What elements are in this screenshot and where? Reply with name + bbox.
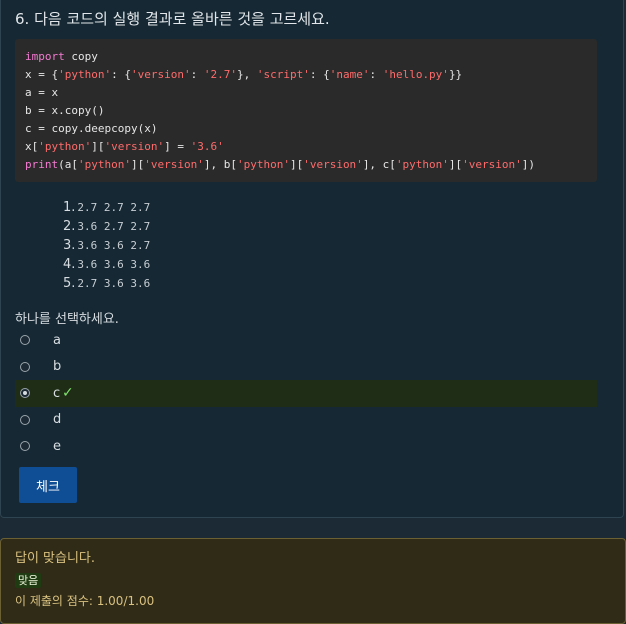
- answer-option: 1. 2.7 2.7 2.7: [63, 196, 150, 215]
- option-value: 3.6 3.6 3.6: [77, 258, 151, 271]
- code-token: copy: [64, 50, 98, 63]
- radio-button[interactable]: [20, 414, 30, 425]
- code-line: b = x.copy(): [25, 102, 587, 120]
- code-token: 'version': [144, 158, 204, 171]
- code-token: b = x.copy(): [25, 104, 105, 117]
- question-title: 6. 다음 코드의 실행 결과로 올바른 것을 고르세요.: [15, 10, 330, 28]
- option-number: 3.: [63, 238, 76, 253]
- code-token: c = copy.deepcopy(x): [25, 122, 158, 135]
- choice-label: c: [53, 385, 61, 401]
- code-token: ], b[: [203, 158, 237, 171]
- choice-e[interactable]: e: [15, 433, 597, 460]
- code-token: 'version': [303, 158, 363, 171]
- code-line: x['python']['version'] = '3.6': [25, 138, 587, 156]
- code-token: 'script': [256, 68, 310, 81]
- code-token: x = {: [25, 68, 59, 81]
- radio-button[interactable]: [20, 441, 30, 452]
- score-text: 이 제출의 점수: 1.00/1.00: [15, 594, 155, 608]
- code-token: ][: [91, 140, 105, 153]
- code-token: ]): [521, 158, 536, 171]
- option-number: 5.: [63, 276, 76, 291]
- code-token: ][: [448, 158, 463, 171]
- code-token: ] =: [164, 140, 191, 153]
- code-token: : {: [111, 68, 131, 81]
- option-number: 4.: [63, 257, 76, 272]
- answer-option: 3. 3.6 3.6 2.7: [63, 234, 150, 253]
- code-token: 'version': [130, 68, 191, 81]
- code-token: : {: [309, 68, 330, 81]
- code-token: 'python': [78, 158, 131, 171]
- answer-options-list: 1. 2.7 2.7 2.7 2. 3.6 2.7 2.7 3. 3.6 3.6 2.7 4…: [63, 196, 150, 291]
- choice-label: d: [53, 412, 62, 428]
- code-token: }}: [448, 68, 463, 81]
- code-token: 'version': [462, 158, 522, 171]
- choice-label: a: [53, 332, 61, 348]
- answer-option: 2. 3.6 2.7 2.7: [63, 215, 150, 234]
- code-block: import copy x = {'python': {'version': '2…: [15, 39, 597, 182]
- question-card: 6. 다음 코드의 실행 결과로 올바른 것을 고르세요. import cop…: [0, 0, 624, 518]
- feedback-message: 답이 맞습니다.: [15, 551, 96, 566]
- feedback-panel: 답이 맞습니다. 맞음 이 제출의 점수: 1.00/1.00: [0, 538, 626, 624]
- code-token: 'hello.py': [382, 68, 449, 81]
- code-token: ][: [130, 158, 145, 171]
- check-mark-icon: ✓: [62, 385, 74, 402]
- choice-b[interactable]: b: [15, 354, 597, 381]
- radio-button[interactable]: [20, 335, 30, 346]
- code-token: (a[: [58, 158, 78, 171]
- code-line: c = copy.deepcopy(x): [25, 120, 587, 138]
- choice-prompt: 하나를 선택하세요.: [15, 312, 119, 327]
- code-token: :: [369, 68, 383, 81]
- code-token: 'python': [395, 158, 449, 171]
- code-token: ][: [289, 158, 304, 171]
- code-line: import copy: [25, 48, 587, 66]
- code-token: 'version': [104, 140, 165, 153]
- code-token: '3.6': [190, 140, 224, 153]
- radio-button[interactable]: [20, 361, 30, 372]
- answer-option: 4. 3.6 3.6 3.6: [63, 253, 150, 272]
- option-value: 3.6 2.7 2.7: [77, 220, 151, 233]
- answer-option: 5. 2.7 3.6 3.6: [63, 272, 150, 291]
- code-token: x[: [25, 140, 39, 153]
- option-number: 1.: [63, 200, 76, 215]
- option-value: 2.7 3.6 3.6: [77, 277, 151, 290]
- choice-label: e: [53, 438, 61, 454]
- code-token: a = x: [25, 86, 59, 99]
- code-token: ], c[: [362, 158, 396, 171]
- option-value: 3.6 3.6 2.7: [77, 239, 151, 252]
- code-token: '2.7': [203, 68, 237, 81]
- code-token: 'python': [58, 68, 112, 81]
- code-token: :: [190, 68, 204, 81]
- option-value: 2.7 2.7 2.7: [77, 201, 151, 214]
- choice-c[interactable]: c ✓: [15, 380, 597, 407]
- radio-button[interactable]: [20, 388, 30, 399]
- code-token: 'python': [236, 158, 290, 171]
- choice-a[interactable]: a: [15, 327, 597, 354]
- choice-label: b: [53, 359, 62, 375]
- code-token: 'python': [38, 140, 92, 153]
- code-token: 'name': [329, 68, 370, 81]
- code-line: print(a['python']['version'], b['python'…: [25, 156, 587, 174]
- check-button[interactable]: 체크: [19, 467, 77, 503]
- correct-badge: 맞음: [15, 573, 42, 588]
- choice-group: a b c ✓ d e: [15, 327, 597, 460]
- code-line: a = x: [25, 84, 587, 102]
- code-token: print: [25, 158, 59, 171]
- code-token: import: [25, 50, 65, 63]
- code-token: },: [236, 68, 257, 81]
- code-line: x = {'python': {'version': '2.7'}, 'scri…: [25, 66, 587, 84]
- choice-d[interactable]: d: [15, 407, 597, 434]
- option-number: 2.: [63, 219, 76, 234]
